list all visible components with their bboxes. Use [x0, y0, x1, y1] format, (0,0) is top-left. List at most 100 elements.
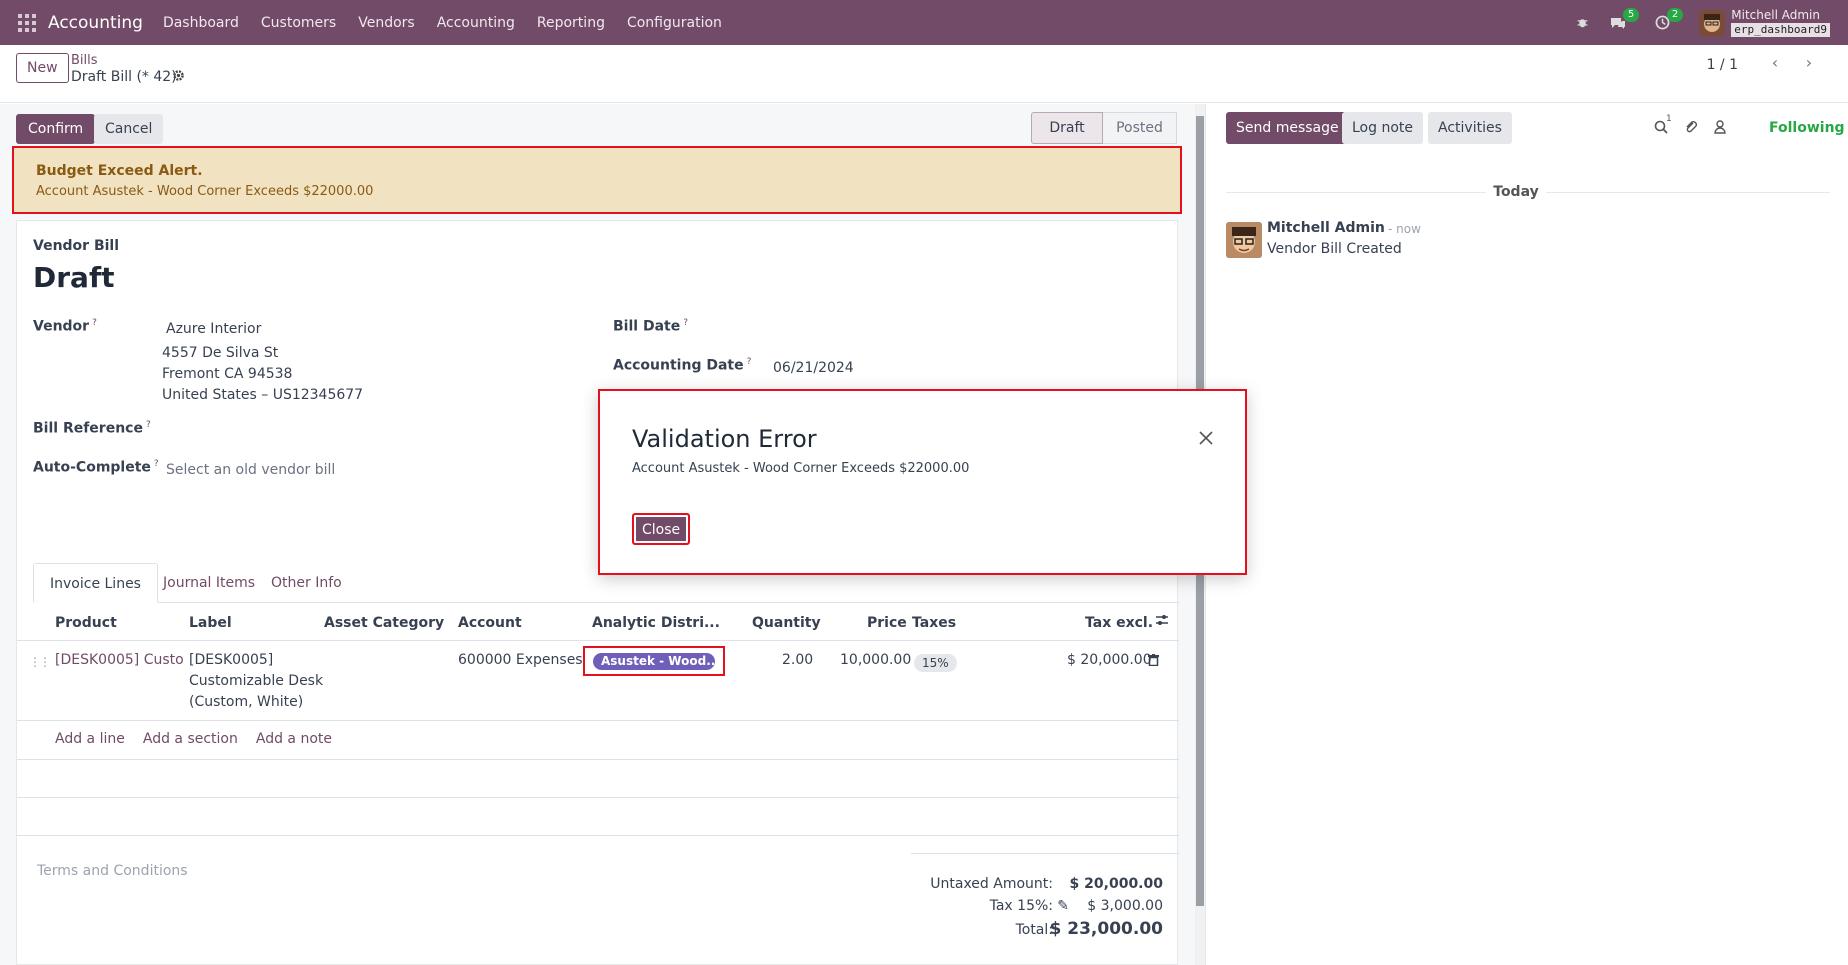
add-line-link[interactable]: Add a line — [55, 731, 125, 747]
line-price[interactable]: 10,000.00 — [840, 652, 911, 668]
user-menu[interactable]: Mitchell Admin erp_dashboard9 — [1731, 8, 1830, 37]
line-label-1[interactable]: [DESK0005] — [189, 652, 273, 668]
analytic-highlight[interactable]: Asustek - Wood... — [583, 646, 725, 676]
trash-icon[interactable] — [1148, 654, 1159, 670]
col-account[interactable]: Account — [458, 615, 522, 631]
new-button[interactable]: New — [16, 53, 69, 83]
total-label: Total: — [1015, 922, 1053, 938]
top-navbar: Accounting Dashboard Customers Vendors A… — [0, 0, 1848, 45]
alert-title: Budget Exceed Alert. — [36, 163, 203, 179]
divider — [17, 835, 1179, 836]
dialog-title: Validation Error — [632, 425, 817, 453]
app-brand[interactable]: Accounting — [48, 13, 143, 33]
col-analytic[interactable]: Analytic Distri... — [592, 615, 720, 631]
status-posted[interactable]: Posted — [1103, 112, 1177, 144]
bill-state-title: Draft — [33, 261, 115, 294]
followers-icon[interactable] — [1714, 120, 1726, 138]
messaging-chat-icon[interactable]: 5 — [1607, 7, 1640, 34]
line-label-3[interactable]: (Custom, White) — [189, 694, 303, 710]
message-body: Vendor Bill Created — [1267, 241, 1402, 257]
pencil-icon[interactable]: ✎ — [1057, 898, 1069, 914]
activity-clock-icon[interactable]: 2 — [1651, 7, 1684, 34]
line-quantity[interactable]: 2.00 — [782, 652, 813, 668]
col-taxes[interactable]: Taxes — [912, 615, 956, 631]
untaxed-label: Untaxed Amount: — [930, 876, 1053, 892]
followers-count: 1 — [1666, 114, 1672, 124]
vendor-address-line1: 4557 De Silva St — [162, 345, 279, 361]
budget-alert: Budget Exceed Alert. Account Asustek - W… — [12, 146, 1182, 214]
breadcrumb-current: Draft Bill (* 42) — [71, 69, 177, 85]
log-note-button[interactable]: Log note — [1342, 112, 1423, 144]
cancel-button[interactable]: Cancel — [94, 114, 164, 144]
menu-accounting[interactable]: Accounting — [437, 15, 515, 31]
line-product[interactable]: [DESK0005] Customi — [55, 652, 185, 668]
vendor-address-line2: Fremont CA 94538 — [162, 366, 293, 382]
vendor-label: Vendor? — [33, 318, 97, 335]
tab-other-info[interactable]: Other Info — [255, 563, 358, 603]
accounting-date-input[interactable]: 06/21/2024 — [773, 360, 854, 376]
send-message-button[interactable]: Send message — [1226, 112, 1349, 144]
terms-input[interactable]: Terms and Conditions — [37, 863, 188, 879]
chat-count-badge: 5 — [1622, 7, 1640, 22]
column-settings-icon[interactable] — [1155, 614, 1169, 630]
tab-journal-items[interactable]: Journal Items — [147, 563, 271, 603]
vendor-address-line3: United States – US12345677 — [162, 387, 364, 403]
apps-menu-icon[interactable] — [18, 13, 36, 32]
menu-customers[interactable]: Customers — [261, 15, 336, 31]
author-avatar[interactable] — [1226, 222, 1262, 258]
divider — [17, 797, 1179, 798]
activities-button[interactable]: Activities — [1428, 112, 1512, 144]
col-tax-excl[interactable]: Tax excl. — [1085, 615, 1153, 631]
total-value: $ 23,000.00 — [1049, 919, 1163, 939]
analytic-tag[interactable]: Asustek - Wood... — [593, 653, 715, 670]
untaxed-value: $ 20,000.00 — [1069, 876, 1163, 892]
col-quantity[interactable]: Quantity — [752, 615, 821, 631]
alert-text: Account Asustek - Wood Corner Exceeds $2… — [36, 184, 374, 199]
add-section-link[interactable]: Add a section — [143, 731, 238, 747]
col-price[interactable]: Price — [867, 615, 907, 631]
date-separator: Today — [1493, 184, 1539, 200]
line-label-2[interactable]: Customizable Desk — [189, 673, 323, 689]
chatter-panel: Send message Log note Activities 1 Follo… — [1205, 104, 1848, 965]
accounting-date-label: Accounting Date? — [613, 357, 752, 374]
menu-configuration[interactable]: Configuration — [627, 15, 722, 31]
line-subtotal: $ 20,000.00 — [1067, 652, 1152, 668]
following-button[interactable]: Following — [1769, 120, 1845, 136]
gear-icon[interactable] — [172, 69, 185, 86]
chevron-right-icon[interactable]: › — [1796, 53, 1822, 77]
confirm-button[interactable]: Confirm — [16, 114, 96, 144]
validation-error-dialog: Validation Error Account Asustek - Wood … — [598, 389, 1247, 575]
user-avatar[interactable] — [1699, 9, 1726, 36]
close-button[interactable]: Close — [632, 513, 691, 545]
debug-bug-icon[interactable] — [1571, 12, 1593, 34]
vendor-input[interactable]: Azure Interior — [166, 321, 261, 337]
menu-reporting[interactable]: Reporting — [537, 15, 605, 31]
col-asset-category[interactable]: Asset Category — [324, 615, 444, 631]
chevron-left-icon[interactable]: ‹ — [1762, 53, 1788, 77]
control-panel: New Bills Draft Bill (* 42) 1 / 1 ‹ › — [0, 45, 1848, 103]
menu-dashboard[interactable]: Dashboard — [163, 15, 239, 31]
col-product[interactable]: Product — [55, 615, 117, 631]
user-name: Mitchell Admin — [1731, 8, 1820, 22]
add-note-link[interactable]: Add a note — [256, 731, 332, 747]
lines-table-header: Product Label Asset Category Account Ana… — [17, 605, 1179, 641]
form-sheet: Vendor Bill Draft Vendor? Azure Interior… — [16, 220, 1179, 965]
status-draft[interactable]: Draft — [1031, 112, 1103, 144]
bill-type-label: Vendor Bill — [33, 238, 120, 254]
paperclip-icon[interactable] — [1684, 120, 1698, 138]
tax-tag[interactable]: 15% — [914, 654, 957, 672]
autocomplete-label: Auto-Complete? — [33, 459, 159, 476]
col-label[interactable]: Label — [189, 615, 232, 631]
autocomplete-input[interactable]: Select an old vendor bill — [166, 462, 335, 478]
line-account[interactable]: 600000 Expenses — [458, 652, 583, 668]
add-links: Add a line Add a section Add a note — [55, 731, 350, 747]
tab-invoice-lines[interactable]: Invoice Lines — [33, 563, 158, 603]
table-row[interactable]: ⋮⋮ [DESK0005] Customi [DESK0005] Customi… — [17, 641, 1179, 721]
divider — [17, 759, 1179, 760]
drag-handle-icon[interactable]: ⋮⋮ — [29, 655, 51, 669]
message-author[interactable]: Mitchell Admin — [1267, 220, 1385, 236]
menu-vendors[interactable]: Vendors — [358, 15, 414, 31]
breadcrumb-bills[interactable]: Bills — [71, 53, 98, 68]
pager-value[interactable]: 1 / 1 — [1707, 57, 1738, 73]
close-icon[interactable] — [1198, 427, 1214, 451]
